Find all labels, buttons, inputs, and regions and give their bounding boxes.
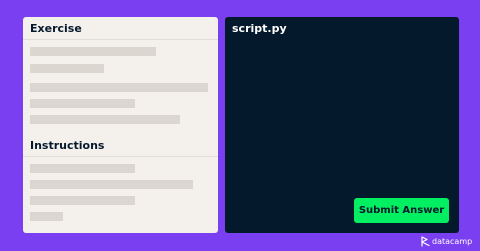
instructions-text-placeholder bbox=[30, 164, 135, 173]
code-editor[interactable]: script.py Submit Answer bbox=[225, 17, 459, 233]
datacamp-logo-icon bbox=[421, 236, 430, 247]
instructions-text-placeholder bbox=[30, 212, 63, 221]
exercise-text-placeholder bbox=[30, 64, 104, 73]
instructions-text-placeholder bbox=[30, 196, 135, 205]
exercise-text-placeholder bbox=[30, 115, 180, 124]
exercise-text-placeholder bbox=[30, 83, 208, 92]
instructions-divider bbox=[23, 156, 218, 157]
exercise-title: Exercise bbox=[30, 22, 82, 35]
submit-answer-button[interactable]: Submit Answer bbox=[354, 198, 449, 223]
exercise-panel: Exercise Instructions bbox=[23, 17, 218, 233]
instructions-text-placeholder bbox=[30, 180, 193, 189]
brand-footer: datacamp bbox=[421, 235, 472, 248]
exercise-divider bbox=[23, 39, 218, 40]
exercise-text-placeholder bbox=[30, 47, 156, 56]
brand-name: datacamp bbox=[432, 237, 473, 246]
file-tab-script[interactable]: script.py bbox=[232, 22, 287, 36]
exercise-text-placeholder bbox=[30, 99, 135, 108]
instructions-title: Instructions bbox=[30, 139, 105, 152]
